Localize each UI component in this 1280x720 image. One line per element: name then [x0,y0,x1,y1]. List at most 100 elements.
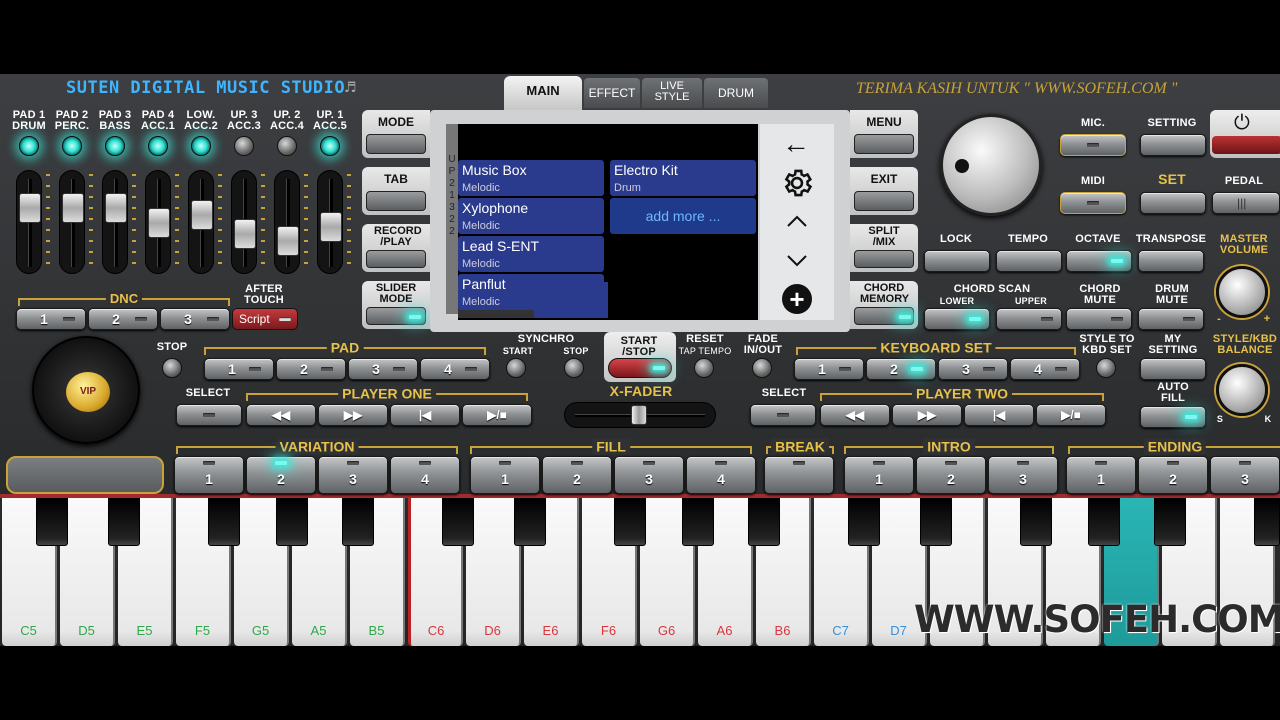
auto-fill-button[interactable] [1140,406,1206,428]
black-key[interactable] [1088,498,1120,546]
lock-button[interactable] [924,250,990,272]
slider-handle[interactable] [105,193,127,223]
player-one-skip-back-button[interactable]: |◀ [390,404,460,426]
octave-button[interactable] [1066,250,1132,272]
fill-button-1[interactable]: 1 [470,456,540,494]
black-key[interactable] [514,498,546,546]
pad-toggle-2[interactable] [62,136,82,156]
master-volume-knob[interactable] [1216,266,1268,318]
black-key[interactable] [1254,498,1280,546]
black-key[interactable] [920,498,952,546]
mixer-slider-7[interactable] [274,170,300,274]
voice-cell-6[interactable]: Panflut Melodic [458,274,604,310]
exit-button[interactable]: EXIT [850,167,918,215]
break-button[interactable] [764,456,834,494]
midi-button[interactable] [1060,192,1126,214]
ending-button-2[interactable]: 2 [1138,456,1208,494]
mixer-slider-4[interactable] [145,170,171,274]
power-button[interactable]: ⏻ [1210,110,1280,158]
chevron-down-icon[interactable] [786,254,808,268]
black-key[interactable] [748,498,780,546]
ending-button-3[interactable]: 3 [1210,456,1280,494]
fill-button-3[interactable]: 3 [614,456,684,494]
vip-disc[interactable]: VIP [32,336,140,444]
pad-toggle-5[interactable] [191,136,211,156]
gear-icon[interactable] [780,166,814,200]
start-stop-button[interactable] [608,358,672,378]
intro-button-2[interactable]: 2 [916,456,986,494]
pad-toggle-1[interactable] [19,136,39,156]
x-fader-slider[interactable] [564,402,716,428]
slider-handle[interactable] [19,193,41,223]
mixer-slider-1[interactable] [16,170,42,274]
tab-effect[interactable]: EFFECT [584,78,640,108]
white-key[interactable]: D5 [60,498,115,646]
player-two-skip-back-button[interactable]: |◀ [964,404,1034,426]
mixer-slider-3[interactable] [102,170,128,274]
player-one-rewind-button[interactable]: ◀◀ [246,404,316,426]
black-key[interactable] [682,498,714,546]
player-two-select-button[interactable] [750,404,816,426]
pad-toggle-8[interactable] [320,136,340,156]
voice-cell-1[interactable]: Music Box Melodic [458,160,604,196]
mic-button[interactable] [1060,134,1126,156]
dnc-button-3[interactable]: 3 [160,308,230,330]
black-key[interactable] [848,498,880,546]
black-key[interactable] [442,498,474,546]
black-key[interactable] [1020,498,1052,546]
slider-handle[interactable] [62,193,84,223]
mixer-slider-2[interactable] [59,170,85,274]
tab-button[interactable]: TAB [362,167,430,215]
player-two-play-stop-button[interactable]: ▶/■ [1036,404,1106,426]
tempo-button[interactable] [996,250,1062,272]
voice-cell-4[interactable]: add more ... [610,198,756,234]
slider-handle[interactable] [320,212,342,242]
transpose-button[interactable] [1138,250,1204,272]
pad-toggle-3[interactable] [105,136,125,156]
fade-button[interactable] [752,358,772,378]
split-mix-button[interactable]: SPLIT /MIX [850,224,918,272]
chord-scan-lower-button[interactable] [924,308,990,330]
ending-button-1[interactable]: 1 [1066,456,1136,494]
variation-button-2[interactable]: 2 [246,456,316,494]
data-dial-knob[interactable] [940,114,1042,216]
chord-memory-button[interactable]: CHORD MEMORY [850,281,918,329]
chord-mute-button[interactable] [1066,308,1132,330]
black-key[interactable] [614,498,646,546]
slider-handle[interactable] [148,208,170,238]
voice-cell-5[interactable]: Lead S-ENT Melodic [458,236,604,272]
record-play-button[interactable]: RECORD /PLAY [362,224,430,272]
slider-mode-button[interactable]: SLIDER MODE [362,281,430,329]
set-button[interactable] [1140,192,1206,214]
slider-handle[interactable] [191,200,213,230]
pad-toggle-6[interactable] [234,136,254,156]
script-button[interactable]: Script [232,308,298,330]
black-key[interactable] [1154,498,1186,546]
slider-handle[interactable] [234,219,256,249]
pad-button-4[interactable]: 4 [420,358,490,380]
black-key[interactable] [276,498,308,546]
mixer-slider-8[interactable] [317,170,343,274]
ribbon-pad[interactable] [6,456,164,494]
intro-button-3[interactable]: 3 [988,456,1058,494]
chord-scan-upper-button[interactable] [996,308,1062,330]
voice-cell-3[interactable]: Xylophone Melodic [458,198,604,234]
mixer-slider-5[interactable] [188,170,214,274]
pad-stop-button[interactable] [162,358,182,378]
player-two-rewind-button[interactable]: ◀◀ [820,404,890,426]
back-arrow-icon[interactable]: ← [782,128,810,160]
player-one-fast-forward-button[interactable]: ▶▶ [318,404,388,426]
player-one-select-button[interactable] [176,404,242,426]
setting-button[interactable] [1140,134,1206,156]
my-setting-button[interactable] [1140,358,1206,380]
tab-live-style[interactable]: LIVE STYLE [642,78,702,108]
style-kbd-balance-knob[interactable] [1216,364,1268,416]
voice-cell-2[interactable]: Electro Kit Drum [610,160,756,196]
black-key[interactable] [36,498,68,546]
fill-button-2[interactable]: 2 [542,456,612,494]
variation-button-4[interactable]: 4 [390,456,460,494]
synchro-start-button[interactable] [506,358,526,378]
pedal-button[interactable]: ||| [1212,192,1280,214]
black-key[interactable] [208,498,240,546]
player-two-fast-forward-button[interactable]: ▶▶ [892,404,962,426]
